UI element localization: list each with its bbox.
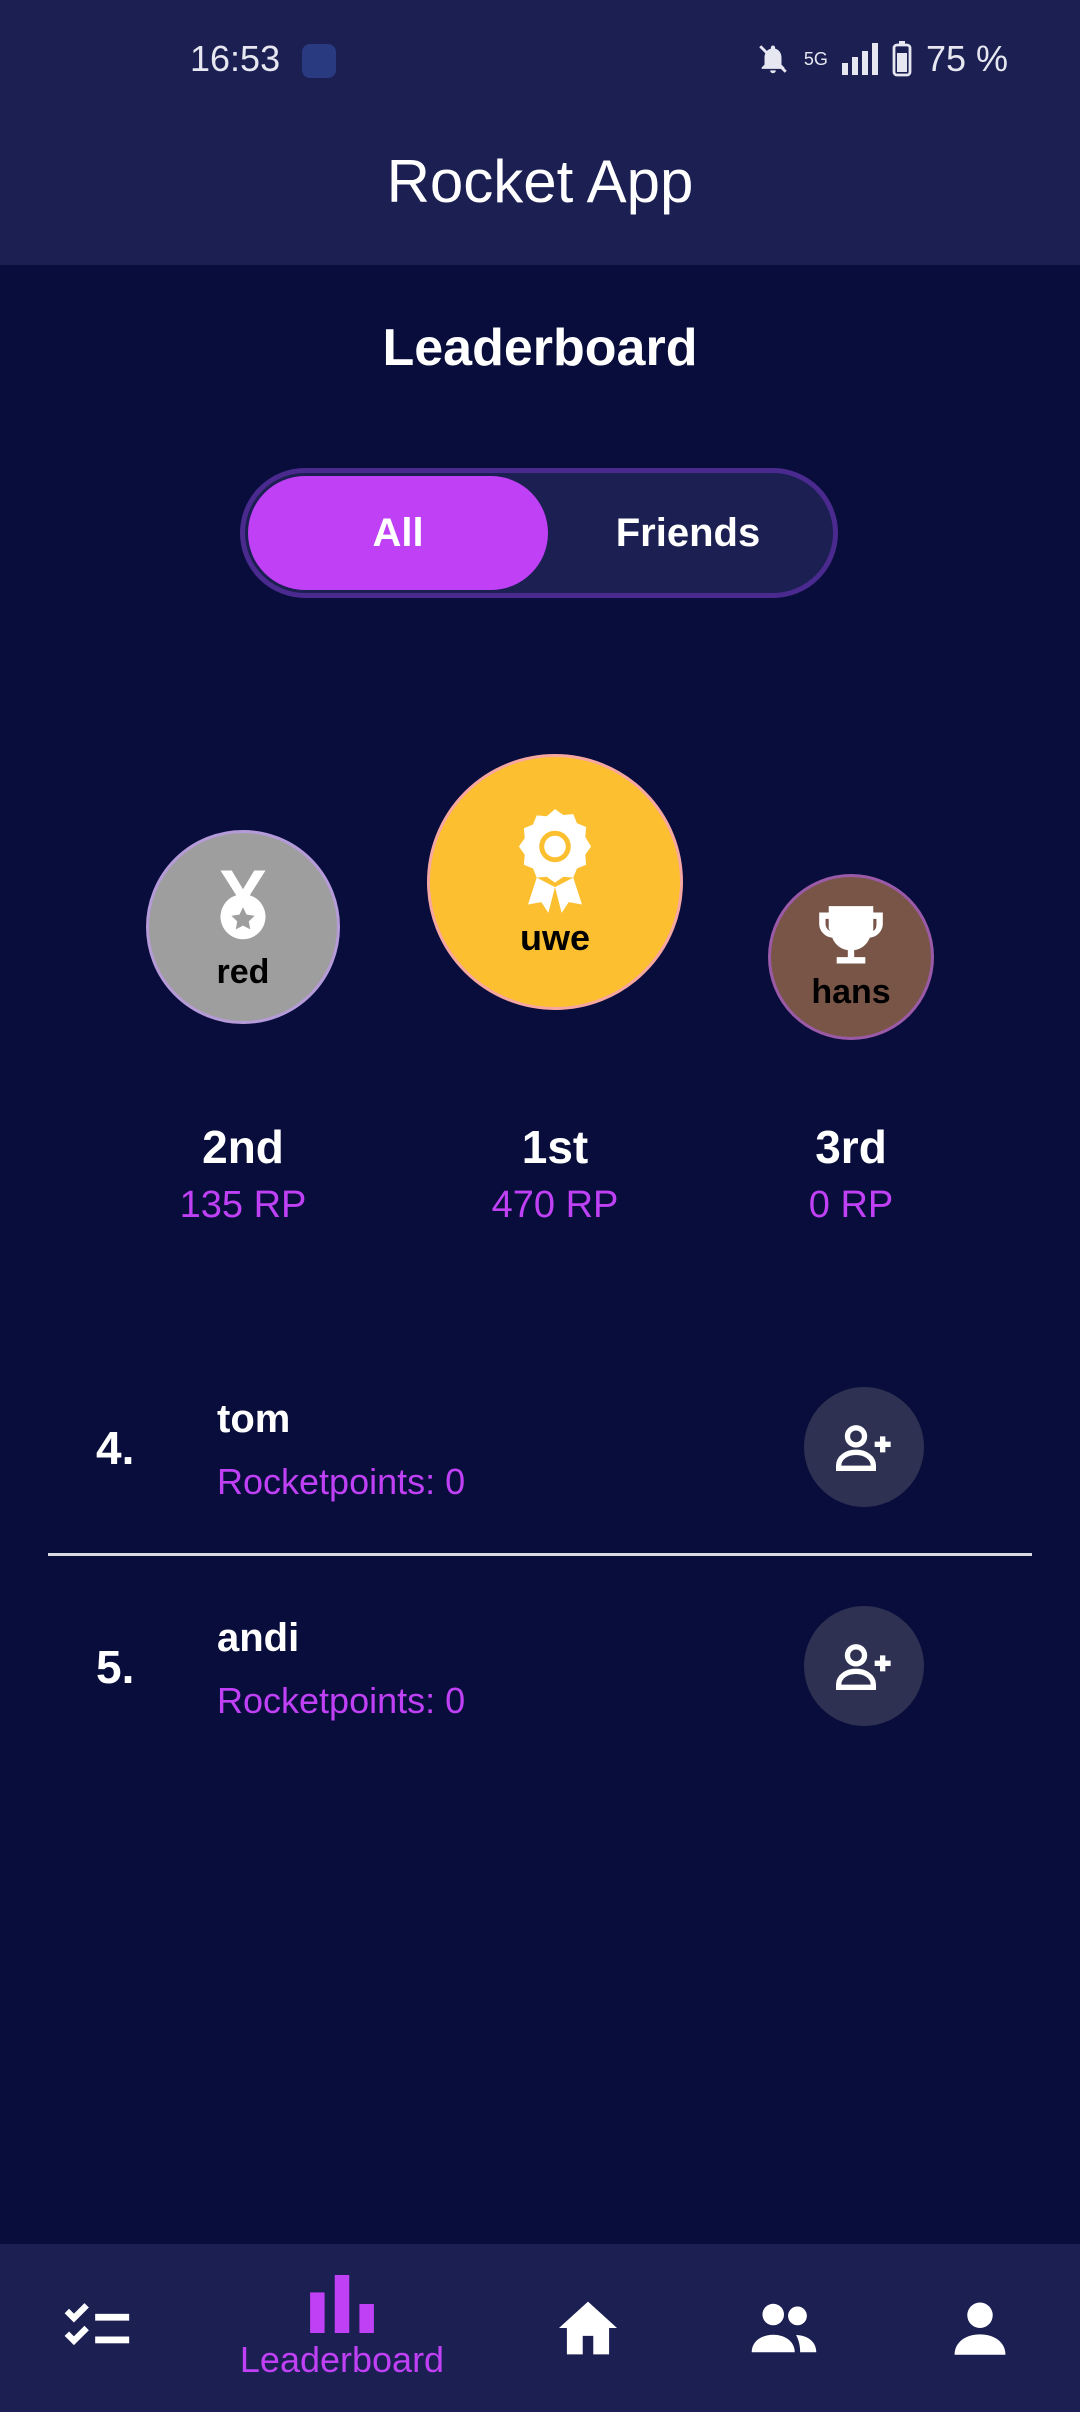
signal-label: 5G bbox=[803, 48, 828, 69]
podium-second-rank: 2nd 135 RP bbox=[93, 1120, 393, 1227]
person-icon bbox=[954, 2302, 1006, 2355]
podium-first-name: uwe bbox=[519, 917, 590, 958]
podium-first-avatar[interactable]: uwe bbox=[427, 754, 683, 1010]
battery-icon bbox=[892, 41, 912, 77]
podium-first-place: 1st bbox=[521, 1121, 589, 1173]
podium-third-points: 0 RP bbox=[808, 1184, 894, 1226]
list-item: 4. tom Rocketpoints: 0 bbox=[0, 1345, 1080, 1545]
podium-first-points: 470 RP bbox=[491, 1184, 619, 1226]
podium-second-avatar[interactable]: red bbox=[146, 830, 340, 1024]
podium-third-name: hans bbox=[811, 972, 891, 1011]
page-title: Leaderboard bbox=[382, 319, 698, 377]
rocket-notification-icon bbox=[302, 44, 336, 78]
battery-level: 75 % bbox=[925, 38, 1008, 79]
list-divider bbox=[48, 1553, 1032, 1556]
list-item-name: tom bbox=[217, 1397, 291, 1441]
list-item-rank: 4. bbox=[96, 1422, 135, 1474]
podium-third-avatar[interactable]: hans bbox=[768, 874, 934, 1040]
app-bar: Rocket App bbox=[0, 125, 1080, 265]
home-icon bbox=[559, 2301, 617, 2355]
add-friend-button[interactable] bbox=[804, 1606, 924, 1726]
mute-icon bbox=[759, 45, 787, 74]
nav-tasks[interactable] bbox=[48, 2244, 148, 2412]
app-title: Rocket App bbox=[386, 148, 694, 215]
trophy-icon bbox=[819, 905, 883, 963]
list-item-name: andi bbox=[217, 1616, 300, 1660]
nav-home[interactable] bbox=[538, 2244, 638, 2412]
status-time: 16:53 bbox=[190, 38, 281, 79]
all-friends-toggle: All Friends bbox=[240, 468, 838, 598]
podium-first-rank: 1st 470 RP bbox=[405, 1120, 705, 1227]
toggle-all-button[interactable]: All bbox=[248, 476, 548, 590]
list-item-points: Rocketpoints: 0 bbox=[217, 1680, 466, 1721]
podium-second-points: 135 RP bbox=[179, 1184, 307, 1226]
list-item-rank: 5. bbox=[96, 1641, 135, 1693]
nav-profile[interactable] bbox=[930, 2244, 1030, 2412]
nav-friends[interactable] bbox=[734, 2244, 834, 2412]
list-item: 5. andi Rocketpoints: 0 bbox=[0, 1564, 1080, 1764]
bottom-navigation: Leaderboard bbox=[0, 2244, 1080, 2412]
signal-icon bbox=[841, 43, 878, 75]
status-bar: 16:53 5G 75 % bbox=[0, 0, 1080, 125]
add-person-icon bbox=[836, 1644, 891, 1690]
people-icon bbox=[751, 2303, 817, 2353]
list-item-points: Rocketpoints: 0 bbox=[217, 1461, 466, 1502]
add-friend-button[interactable] bbox=[804, 1387, 924, 1507]
award-ribbon-icon bbox=[518, 809, 592, 913]
add-person-icon bbox=[836, 1425, 891, 1471]
medal-icon bbox=[220, 870, 266, 939]
podium-third-rank: 3rd 0 RP bbox=[701, 1120, 1001, 1227]
toggle-friends-button[interactable]: Friends bbox=[545, 476, 831, 590]
nav-leaderboard[interactable]: Leaderboard bbox=[222, 2244, 462, 2412]
podium-second-name: red bbox=[216, 952, 270, 991]
bar-chart-icon bbox=[310, 2275, 374, 2333]
nav-leaderboard-label: Leaderboard bbox=[239, 2339, 445, 2380]
status-indicators: 5G 75 % bbox=[756, 38, 1008, 80]
podium-third-place: 3rd bbox=[815, 1121, 887, 1173]
podium-second-place: 2nd bbox=[202, 1121, 284, 1173]
checklist-icon bbox=[64, 2303, 130, 2346]
